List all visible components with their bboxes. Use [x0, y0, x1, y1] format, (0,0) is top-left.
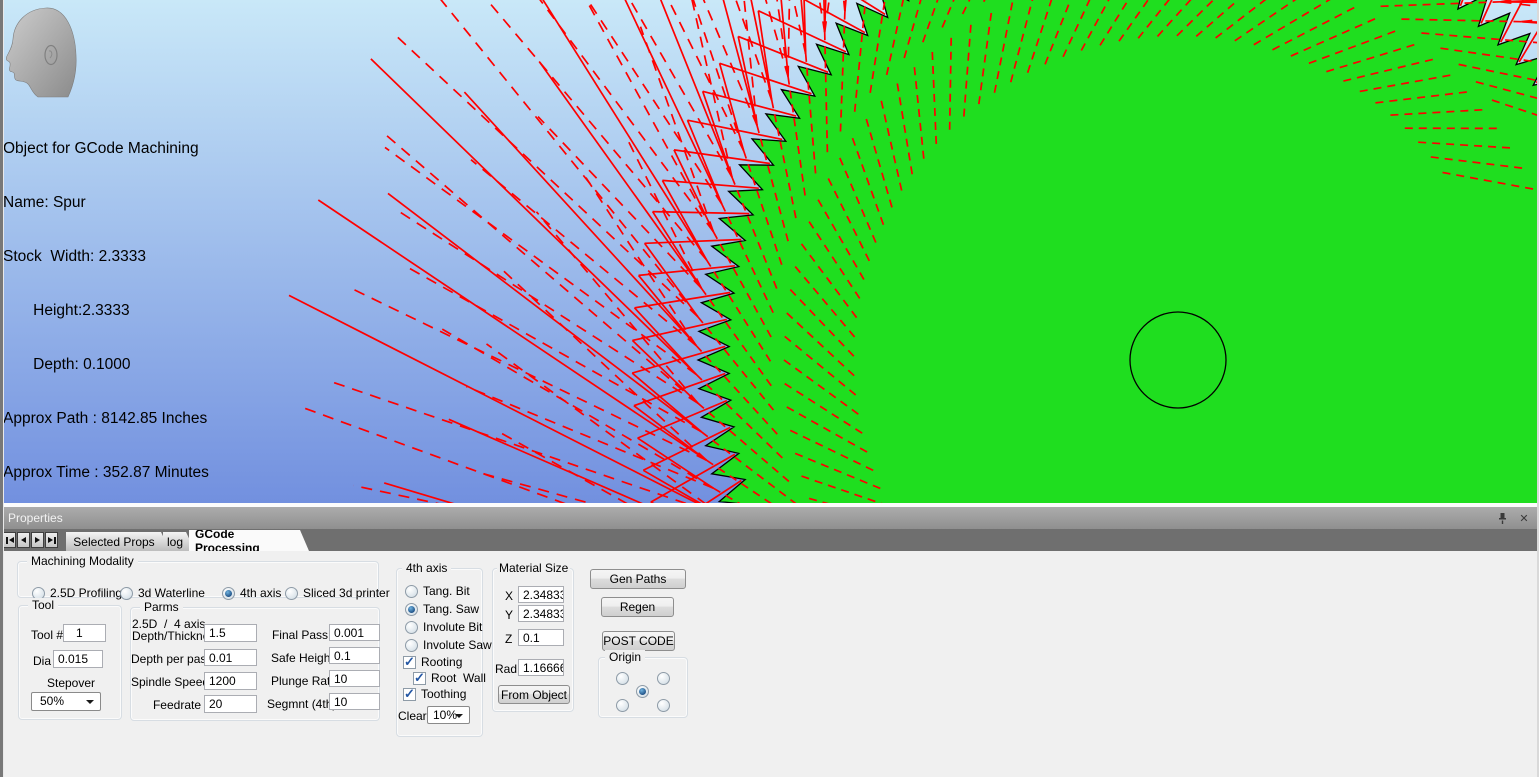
final-pass-label: Final Pass [271, 628, 328, 642]
properties-titlebar: Properties ✕ [0, 507, 1539, 529]
stepover-dropdown[interactable]: 50% [31, 692, 101, 711]
tab-scroll-last-button[interactable] [45, 532, 58, 548]
info-line: Approx Path : 8142.85 Inches [3, 410, 209, 428]
material-x-input[interactable]: 2.34833 [518, 586, 564, 603]
info-line: Height:2.3333 [3, 302, 209, 320]
checkbox-rooting[interactable]: Rooting [403, 655, 462, 669]
group-label: Material Size [497, 561, 570, 575]
post-code-button[interactable]: POST CODE [602, 631, 675, 651]
spindle-speed-input[interactable]: 1200 [204, 672, 257, 690]
group-label: Parms [140, 600, 183, 614]
pin-icon[interactable] [1495, 511, 1509, 525]
material-rad-input[interactable]: 1.16666 [518, 659, 564, 676]
regen-button[interactable]: Regen [601, 597, 674, 617]
spindle-speed-label: Spindle Speed: [131, 675, 201, 689]
info-line: Approx Time : 352.87 Minutes [3, 464, 209, 482]
radio-3d-waterline[interactable]: 3d Waterline [120, 586, 205, 600]
tab-gcode-processing[interactable]: GCode Processing [189, 530, 309, 551]
cad-cam-window: Object for GCode Machining Name: Spur St… [0, 0, 1539, 777]
tool-group: Tool Tool # 1 Dia 0.015 Stepover 50% [18, 605, 122, 720]
radio-4th-axis[interactable]: 4th axis [222, 586, 281, 600]
segmnt-label: Segmnt (4th) [267, 697, 328, 711]
head-model-icon [4, 5, 82, 99]
properties-title: Properties [8, 511, 63, 525]
from-object-button[interactable]: From Object [498, 685, 570, 704]
clear-label: Clear [398, 709, 427, 723]
radio-sliced-3d-printer[interactable]: Sliced 3d printer [285, 586, 390, 600]
material-rad-label: Rad [495, 662, 517, 676]
radio-origin-bottom-right[interactable] [657, 699, 670, 712]
final-pass-input[interactable]: 0.001 [329, 624, 380, 641]
radio-origin-center[interactable] [636, 685, 649, 698]
safe-height-input[interactable]: 0.1 [329, 647, 380, 664]
info-line: Name: Spur [3, 194, 209, 212]
radio-tang-bit[interactable]: Tang. Bit [405, 584, 470, 598]
material-z-input[interactable]: 0.1 [518, 629, 564, 646]
group-label: Machining Modality [27, 554, 138, 568]
plunge-rate-label: Plunge Rate [271, 674, 328, 688]
dia-input[interactable]: 0.015 [53, 650, 103, 668]
material-y-label: Y [505, 608, 513, 622]
info-line: Object for GCode Machining [3, 140, 209, 158]
radio-involute-bit[interactable]: Involute Bit [405, 620, 482, 634]
machining-modality-group: Machining Modality 2.5D Profiling 3d Wat… [17, 561, 379, 598]
tab-scroll-prev-button[interactable] [17, 532, 30, 548]
viewport-3d[interactable]: Object for GCode Machining Name: Spur St… [0, 0, 1539, 503]
tool-number-label: Tool # [31, 628, 63, 642]
radio-tang-saw[interactable]: Tang. Saw [405, 602, 479, 616]
group-label: Origin [605, 650, 645, 664]
radio-origin-bottom-left[interactable] [616, 699, 629, 712]
group-label: Tool [28, 598, 58, 612]
clear-dropdown[interactable]: 10% [427, 706, 470, 724]
checkbox-toothing[interactable]: Toothing [403, 687, 466, 701]
close-icon[interactable]: ✕ [1517, 511, 1531, 525]
material-z-label: Z [505, 632, 512, 646]
plunge-rate-input[interactable]: 10 [329, 670, 380, 687]
stepover-label: Stepover [19, 676, 123, 690]
origin-group: Origin [598, 657, 688, 718]
tool-number-input[interactable]: 1 [63, 624, 106, 642]
dia-label: Dia [33, 654, 51, 668]
segmnt-input[interactable]: 10 [329, 693, 380, 710]
depth-thickness-input[interactable]: 1.5 [204, 624, 257, 642]
tab-scroll-first-button[interactable] [3, 532, 16, 548]
radio-origin-top-right[interactable] [657, 672, 670, 685]
feedrate-label: Feedrate [131, 698, 201, 712]
window-border-left [0, 0, 3, 777]
safe-height-label: Safe Height [271, 651, 328, 665]
feedrate-input[interactable]: 20 [204, 695, 257, 713]
material-y-input[interactable]: 2.34833 [518, 605, 564, 622]
tab-selected-props[interactable]: Selected Props [66, 532, 170, 551]
depth-per-pass-input[interactable]: 0.01 [204, 649, 257, 666]
gen-paths-button[interactable]: Gen Paths [590, 569, 686, 589]
parms-group: Parms 2.5D / 4 axis Depth/Thickness 1.5 … [130, 607, 380, 721]
info-line: Stock Width: 2.3333 [3, 248, 209, 266]
gear-render[interactable] [0, 0, 1539, 503]
radio-involute-saw[interactable]: Involute Saw [405, 638, 492, 652]
properties-tabbar: Selected Props log GCode Processing [0, 529, 1539, 551]
material-size-group: Material Size X 2.34833 Y 2.34833 Z 0.1 … [492, 568, 574, 712]
checkbox-root-wall[interactable]: Root Wall [413, 671, 486, 685]
depth-per-pass-label: Depth per pass: [131, 652, 201, 666]
tab-scroll-next-button[interactable] [31, 532, 44, 548]
fourth-axis-group: 4th axis Tang. Bit Tang. Saw Involute Bi… [396, 568, 483, 737]
group-label: 4th axis [402, 561, 451, 575]
radio-origin-top-left[interactable] [616, 672, 629, 685]
info-line: Depth: 0.1000 [3, 356, 209, 374]
material-x-label: X [505, 589, 513, 603]
gcode-processing-panel: Machining Modality 2.5D Profiling 3d Wat… [0, 551, 1539, 777]
